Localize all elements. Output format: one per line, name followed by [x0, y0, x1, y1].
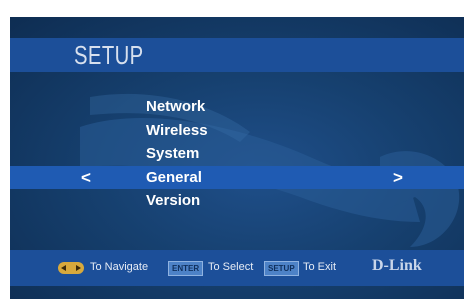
menu-item-version[interactable]: Version: [10, 189, 464, 213]
setup-menu: Network Wireless System < General > Vers…: [10, 95, 464, 213]
menu-item-network[interactable]: Network: [10, 95, 464, 119]
chevron-right-icon[interactable]: >: [393, 166, 403, 190]
dlink-logo: D-Link: [372, 257, 422, 274]
menu-item-wireless[interactable]: Wireless: [10, 119, 464, 143]
enter-key-icon: ENTER: [168, 261, 204, 276]
exit-hint: To Exit: [303, 261, 337, 273]
menu-item-label: Network: [146, 98, 206, 115]
menu-item-label: Wireless: [146, 121, 208, 139]
chevron-left-icon[interactable]: <: [81, 166, 91, 190]
title-bar: SETUP: [10, 38, 464, 72]
select-hint: To Select: [208, 261, 254, 273]
dpad-icon: [58, 262, 84, 274]
menu-item-label: General: [146, 168, 202, 186]
tv-screen: SETUP Network Wireless System < General …: [10, 17, 464, 299]
navigate-hint: To Navigate: [90, 261, 149, 273]
footer-hint-bar: To Navigate ENTER To Select SETUP To Exi…: [10, 250, 464, 286]
menu-item-system[interactable]: System: [10, 142, 464, 166]
page-title: SETUP: [74, 40, 144, 70]
menu-item-general[interactable]: < General >: [10, 165, 464, 190]
menu-item-label: System: [146, 145, 200, 162]
setup-key-icon: SETUP: [264, 261, 299, 276]
menu-item-label: Version: [146, 192, 201, 209]
